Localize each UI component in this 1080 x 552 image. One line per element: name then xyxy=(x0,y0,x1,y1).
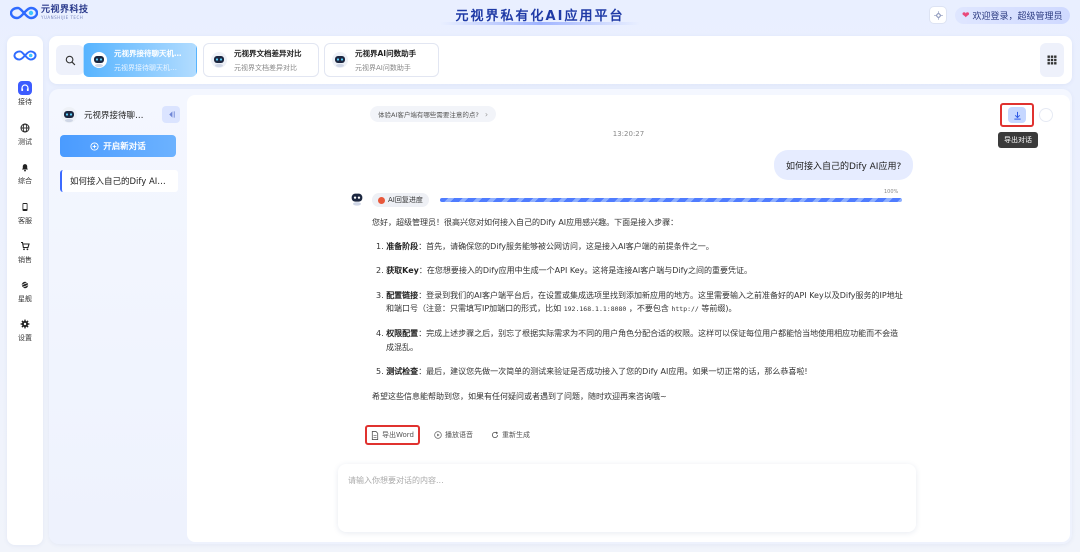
message-input[interactable] xyxy=(348,472,898,488)
user-greeting: 欢迎登录，超级管理员 xyxy=(972,12,1063,22)
document-icon xyxy=(371,430,379,440)
collapse-sidebar-button[interactable] xyxy=(162,106,180,123)
answer-step: 2. 获取Key：在您想要接入的Dify应用中生成一个API Key。这将是连接… xyxy=(376,266,753,276)
collapse-icon xyxy=(168,111,175,118)
bell-icon xyxy=(18,160,32,174)
theme-settings-button[interactable] xyxy=(930,7,946,23)
progress-label: AI回复进度 xyxy=(388,196,423,204)
headset-icon xyxy=(18,81,32,95)
nav-label: 客服 xyxy=(18,217,32,225)
conversation-sidebar: 元视界接待聊… 开启新对话 如何接入自己的Dify AI… xyxy=(52,97,187,537)
more-options-button[interactable] xyxy=(1039,108,1053,122)
chevron-right-icon: › xyxy=(484,109,489,119)
tab-title: 元视界文档差异对比 xyxy=(234,48,302,58)
nav-label: 星舰 xyxy=(18,295,32,303)
search-button[interactable] xyxy=(56,45,84,75)
answer-steps: 1. 准备阶段：首先，请确保您的Dify服务能够被公网访问，这是接入AI客户端的… xyxy=(372,240,905,379)
nav-label: 销售 xyxy=(18,256,32,264)
left-nav: 接待 测试 综合 客服 销售 星舰 设置 xyxy=(7,36,43,545)
answer-step: 5. 测试检查：最后，建议您先做一次简单的测试来验证是否成功接入了您的Dify … xyxy=(376,367,808,377)
progress-label-pill: AI回复进度 xyxy=(372,193,429,207)
ai-reply-progress: AI回复进度 100% xyxy=(372,189,902,209)
answer-step: 4. 权限配置：完成上述步骤之后，别忘了根据实际需求为不同的用户角色分配合适的权… xyxy=(376,328,899,352)
tab-title: 元视界AI问数助手 xyxy=(355,48,417,58)
chat-plus-icon xyxy=(90,141,99,151)
play-audio-button[interactable]: 播放语音 xyxy=(430,425,477,445)
regenerate-button[interactable]: 重新生成 xyxy=(487,425,534,445)
play-audio-label: 播放语音 xyxy=(445,431,473,439)
export-word-button[interactable]: 导出Word xyxy=(365,425,420,445)
top-header: 元视界科技 YUANSHIJIE TECH 元视界私有化AI应用平台 ❤ 欢迎登… xyxy=(0,0,1080,30)
tab-title: 元视界接待聊天机… xyxy=(114,48,182,58)
download-icon xyxy=(1013,111,1021,120)
tab-subtitle: 元视界AI问数助手 xyxy=(355,63,411,72)
answer-step: 3. 配置链接：登录到我们的AI客户端平台后，在设置或集成选项里找到添加新应用的… xyxy=(376,290,903,314)
nav-item-starship[interactable]: 星舰 xyxy=(7,278,43,304)
cart-icon xyxy=(18,239,32,253)
answer-outro: 希望这些信息能帮助到您，如果有任何疑问或者遇到了问题，随时欢迎再来咨询哦~ xyxy=(372,391,667,401)
conversation-item[interactable]: 如何接入自己的Dify AI… xyxy=(60,170,178,192)
nav-label: 设置 xyxy=(18,334,32,342)
export-conversation-button[interactable] xyxy=(1000,103,1034,127)
suggested-question-text: 体验AI客户端有哪些需要注意的点? xyxy=(378,111,479,119)
globe-icon xyxy=(18,121,32,135)
nav-item-general[interactable]: 综合 xyxy=(7,160,43,186)
nav-item-sales[interactable]: 销售 xyxy=(7,239,43,265)
export-tooltip: 导出对话 xyxy=(998,132,1038,148)
nav-item-test[interactable]: 测试 xyxy=(7,121,43,147)
chat-area: 体验AI客户端有哪些需要注意的点? › 13:20:27 导出对话 如何接入自己… xyxy=(187,95,1070,542)
nav-label: 接待 xyxy=(18,98,32,106)
robot-icon xyxy=(332,52,348,68)
phone-icon xyxy=(18,200,32,214)
sidebar-title: 元视界接待聊… xyxy=(84,111,144,121)
user-message: 如何接入自己的Dify AI应用? xyxy=(774,150,914,180)
progress-dot-icon xyxy=(378,196,385,204)
tab-reception-bot[interactable]: 元视界接待聊天机… 元视界接待聊天机… xyxy=(83,43,197,77)
search-icon xyxy=(65,55,75,65)
app-tab-bar: 元视界接待聊天机… 元视界接待聊天机… 元视界文档差异对比 元视界文档差异对比 … xyxy=(49,36,1072,84)
ai-answer: 您好，超级管理员！很高兴您对如何接入自己的Dify AI应用感兴趣。下面是接入步… xyxy=(372,216,905,413)
sun-icon xyxy=(933,10,943,20)
planet-icon xyxy=(18,278,32,292)
refresh-icon xyxy=(491,431,499,438)
title-underline xyxy=(440,22,640,25)
app-grid-button[interactable] xyxy=(1040,43,1064,77)
message-timestamp: 13:20:27 xyxy=(612,130,645,138)
tab-ai-data-assistant[interactable]: 元视界AI问数助手 元视界AI问数助手 xyxy=(324,43,439,77)
robot-icon xyxy=(61,107,77,123)
heart-icon: ❤ xyxy=(962,10,970,21)
nav-label: 综合 xyxy=(18,177,32,185)
nav-item-support[interactable]: 客服 xyxy=(7,200,43,226)
new-chat-label: 开启新对话 xyxy=(103,142,146,152)
gear-icon xyxy=(18,317,32,331)
progress-percent: 100% xyxy=(884,189,899,195)
progress-bar xyxy=(440,198,902,202)
new-chat-button[interactable]: 开启新对话 xyxy=(60,135,176,157)
nav-item-settings[interactable]: 设置 xyxy=(7,317,43,343)
message-actions: 导出Word 播放语音 重新生成 xyxy=(365,425,534,445)
play-icon xyxy=(434,431,442,439)
nav-logo-icon xyxy=(13,47,37,66)
nav-item-reception[interactable]: 接待 xyxy=(7,81,43,107)
nav-label: 测试 xyxy=(18,138,32,146)
answer-step: 1. 准备阶段：首先，请确保您的Dify服务能够被公网访问，这是接入AI客户端的… xyxy=(376,241,714,251)
robot-icon xyxy=(351,193,363,206)
suggested-question[interactable]: 体验AI客户端有哪些需要注意的点? › xyxy=(370,106,497,122)
robot-icon xyxy=(91,52,107,68)
tab-subtitle: 元视界接待聊天机… xyxy=(114,63,177,72)
ai-avatar xyxy=(349,191,365,211)
tab-doc-compare[interactable]: 元视界文档差异对比 元视界文档差异对比 xyxy=(203,43,319,77)
robot-icon xyxy=(211,52,227,68)
regenerate-label: 重新生成 xyxy=(502,431,530,439)
export-word-label: 导出Word xyxy=(382,431,414,439)
answer-intro: 您好，超级管理员！很高兴您对如何接入自己的Dify AI应用感兴趣。下面是接入步… xyxy=(372,218,679,227)
user-menu[interactable]: ❤ 欢迎登录，超级管理员 xyxy=(955,7,1070,24)
grid-icon xyxy=(1047,55,1057,65)
message-input-box[interactable] xyxy=(338,464,916,532)
progress-fill xyxy=(440,198,902,202)
tab-subtitle: 元视界文档差异对比 xyxy=(234,63,297,72)
